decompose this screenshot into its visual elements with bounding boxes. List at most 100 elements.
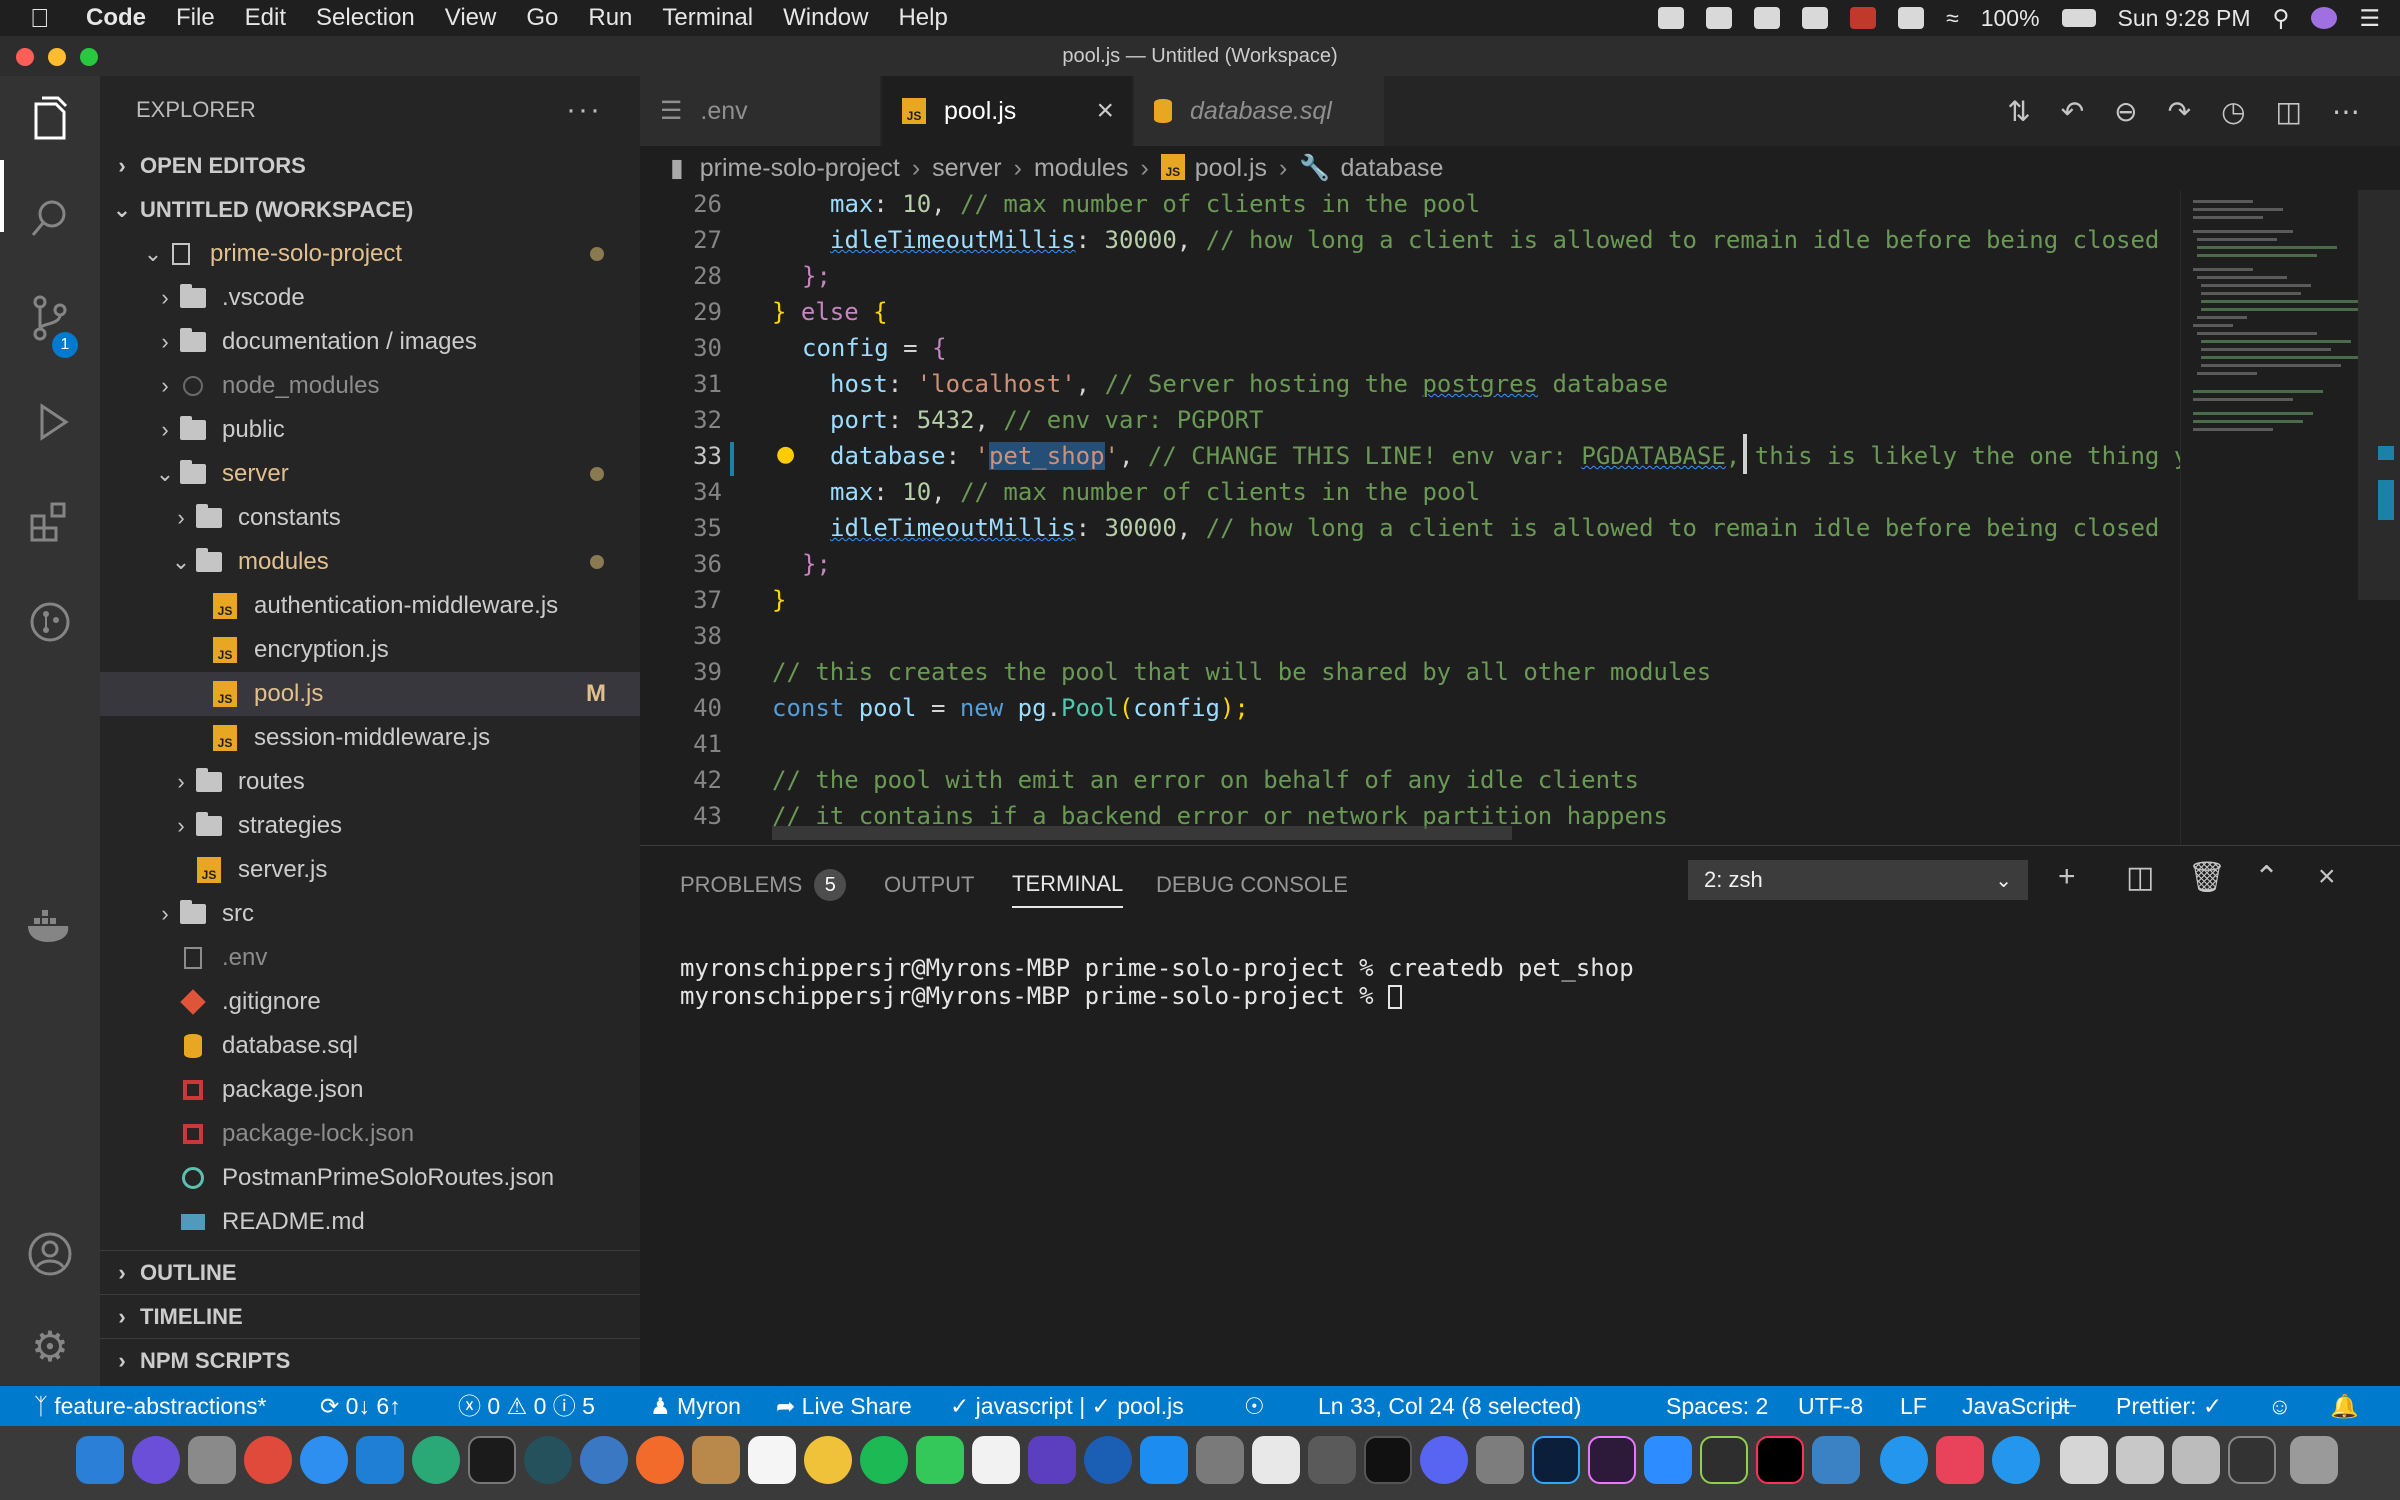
tree-item-package-lock-json[interactable]: package-lock.json	[100, 1112, 640, 1156]
documents-stack-dock-icon[interactable]	[2116, 1436, 2164, 1484]
safari-dock-icon[interactable]	[300, 1436, 348, 1484]
recent-stack-dock-icon[interactable]	[2228, 1436, 2276, 1484]
tree-item-prime-solo-project[interactable]: ⌄ prime-solo-project	[100, 232, 640, 276]
more-actions-icon[interactable]: ⋯	[2332, 95, 2360, 128]
indentation[interactable]: Spaces: 2	[1666, 1386, 1768, 1426]
menu-window[interactable]: Window	[783, 4, 868, 32]
kill-terminal-trash-icon[interactable]: 🗑	[2188, 860, 2226, 895]
creative-cloud-dock-icon[interactable]	[1936, 1436, 1984, 1484]
atom-dock-icon[interactable]	[412, 1436, 460, 1484]
section-workspace[interactable]: ⌄ UNTITLED (WORKSPACE)	[100, 188, 640, 232]
linter-status[interactable]: ✓ javascript | ✓ pool.js	[950, 1386, 1184, 1426]
tree-item-server[interactable]: ⌄ server	[100, 452, 640, 496]
breadcrumb-item[interactable]: pool.js	[1195, 154, 1267, 183]
activity-monitor-dock-icon[interactable]	[1364, 1436, 1412, 1484]
sync-status[interactable]: ⟳ 0↓ 6↑	[320, 1386, 401, 1426]
tree-item-pool-js[interactable]: JS pool.js M	[100, 672, 640, 716]
close-tab-icon[interactable]: ×	[1096, 94, 1114, 128]
elephant-dock-icon[interactable]	[580, 1436, 628, 1484]
tab-output[interactable]: OUTPUT	[884, 862, 974, 908]
tree-item-public[interactable]: › public	[100, 408, 640, 452]
tab-database-sql[interactable]: database.sql	[1134, 76, 1384, 146]
section-timeline[interactable]: › TIMELINE	[100, 1294, 640, 1338]
run-debug-icon[interactable]	[20, 392, 80, 452]
extensions-icon[interactable]	[20, 492, 80, 552]
siri-dock-icon[interactable]	[132, 1436, 180, 1484]
tab-terminal[interactable]: TERMINAL	[1012, 862, 1124, 908]
live-share-button[interactable]: ➦ Live Share	[776, 1386, 912, 1426]
breadcrumb-item[interactable]: prime-solo-project	[700, 154, 900, 183]
terminal-line[interactable]: myronschippersjr@Myrons-MBP prime-solo-p…	[680, 982, 1403, 1010]
explorer-icon[interactable]	[20, 88, 80, 148]
facetime-dock-icon[interactable]	[916, 1436, 964, 1484]
problems-status[interactable]: ⓧ 0 ⚠ 0 ⓘ 5	[458, 1386, 595, 1426]
intellij-dock-icon[interactable]	[1756, 1436, 1804, 1484]
cloud-tray-icon[interactable]	[1706, 7, 1733, 29]
postgres-dock-icon[interactable]	[524, 1436, 572, 1484]
tree-item-server-js[interactable]: JS server.js	[100, 848, 640, 892]
tree-item-encryption[interactable]: JS encryption.js	[100, 628, 640, 672]
docker-dock-icon[interactable]	[1880, 1436, 1928, 1484]
zoom-dock-icon[interactable]	[1644, 1436, 1692, 1484]
vpn-tray-icon[interactable]	[1898, 7, 1925, 29]
vpn-dock-icon[interactable]	[1084, 1436, 1132, 1484]
slack-dock-icon[interactable]	[1252, 1436, 1300, 1484]
zoom-window-button[interactable]	[80, 48, 98, 66]
apple-icon[interactable]: 	[30, 3, 70, 34]
minimap[interactable]	[2180, 190, 2385, 845]
spotlight-search-icon[interactable]: ⚲	[2273, 5, 2290, 32]
horizontal-scrollbar[interactable]	[772, 826, 1512, 840]
maximize-panel-chevron-up-icon[interactable]: ⌃	[2254, 860, 2279, 895]
tree-item-routes[interactable]: › routes	[100, 760, 640, 804]
open-changes-icon[interactable]: ⇅	[2007, 95, 2030, 128]
minimize-window-button[interactable]	[48, 48, 66, 66]
screenshots-stack-dock-icon[interactable]	[2172, 1436, 2220, 1484]
new-terminal-icon[interactable]: +	[2058, 860, 2076, 894]
prettier-status[interactable]: Prettier: ✓	[2116, 1386, 2222, 1426]
photoshop-dock-icon[interactable]	[1532, 1436, 1580, 1484]
menu-edit[interactable]: Edit	[245, 4, 286, 32]
vertical-scrollbar[interactable]	[2358, 190, 2400, 845]
imovie-dock-icon[interactable]	[1028, 1436, 1076, 1484]
docker-icon[interactable]	[20, 896, 80, 956]
git-branch-status[interactable]: ᛉ feature-abstractions*	[34, 1386, 266, 1426]
notes-dock-icon[interactable]	[692, 1436, 740, 1484]
menu-app-name[interactable]: Code	[86, 4, 146, 32]
battery-icon[interactable]	[2061, 9, 2096, 27]
user-status[interactable]: ♟ Myron	[650, 1386, 741, 1426]
tree-item-src[interactable]: › src	[100, 892, 640, 936]
chrome-dock-icon[interactable]	[244, 1436, 292, 1484]
split-terminal-icon[interactable]: ◫	[2126, 860, 2154, 895]
feedback-icon[interactable]: ☺	[2268, 1386, 2291, 1426]
menu-terminal[interactable]: Terminal	[662, 4, 753, 32]
control-center-icon[interactable]: ☰	[2359, 5, 2380, 32]
tree-item-package-json[interactable]: package.json	[100, 1068, 640, 1112]
terminal-dock-icon[interactable]	[468, 1436, 516, 1484]
timeline-icon[interactable]: ◷	[2221, 95, 2245, 128]
app-store-dock-icon[interactable]	[1140, 1436, 1188, 1484]
split-editor-icon[interactable]: ◫	[2276, 95, 2302, 128]
tree-item-documentation[interactable]: › documentation / images	[100, 320, 640, 364]
breadcrumb-item[interactable]: modules	[1034, 154, 1129, 183]
section-npm-scripts[interactable]: › NPM SCRIPTS	[100, 1338, 640, 1382]
tree-item-node-modules[interactable]: › node_modules	[100, 364, 640, 408]
preview-dock-icon[interactable]	[972, 1436, 1020, 1484]
menu-help[interactable]: Help	[898, 4, 947, 32]
tree-item-strategies[interactable]: › strategies	[100, 804, 640, 848]
disk-utility-dock-icon[interactable]	[1308, 1436, 1356, 1484]
close-window-button[interactable]	[16, 48, 34, 66]
system-preferences-dock-icon[interactable]	[1196, 1436, 1244, 1484]
menu-clock[interactable]: Sun 9:28 PM	[2118, 5, 2251, 32]
tab-env[interactable]: ☰ .env	[640, 76, 880, 146]
siri-icon[interactable]	[2311, 7, 2338, 29]
tab-debug-console[interactable]: DEBUG CONSOLE	[1156, 862, 1348, 908]
language-mode[interactable]: JavaScript	[1962, 1386, 2069, 1426]
trash-dock-icon[interactable]	[2290, 1436, 2338, 1484]
git-graph-icon[interactable]	[20, 592, 80, 652]
tree-item-database-sql[interactable]: database.sql	[100, 1024, 640, 1068]
keychain-dock-icon[interactable]	[1476, 1436, 1524, 1484]
menu-go[interactable]: Go	[526, 4, 558, 32]
menu-selection[interactable]: Selection	[316, 4, 415, 32]
commit-icon[interactable]: ☉	[1244, 1386, 1265, 1426]
docker-tray-icon[interactable]	[1658, 7, 1685, 29]
